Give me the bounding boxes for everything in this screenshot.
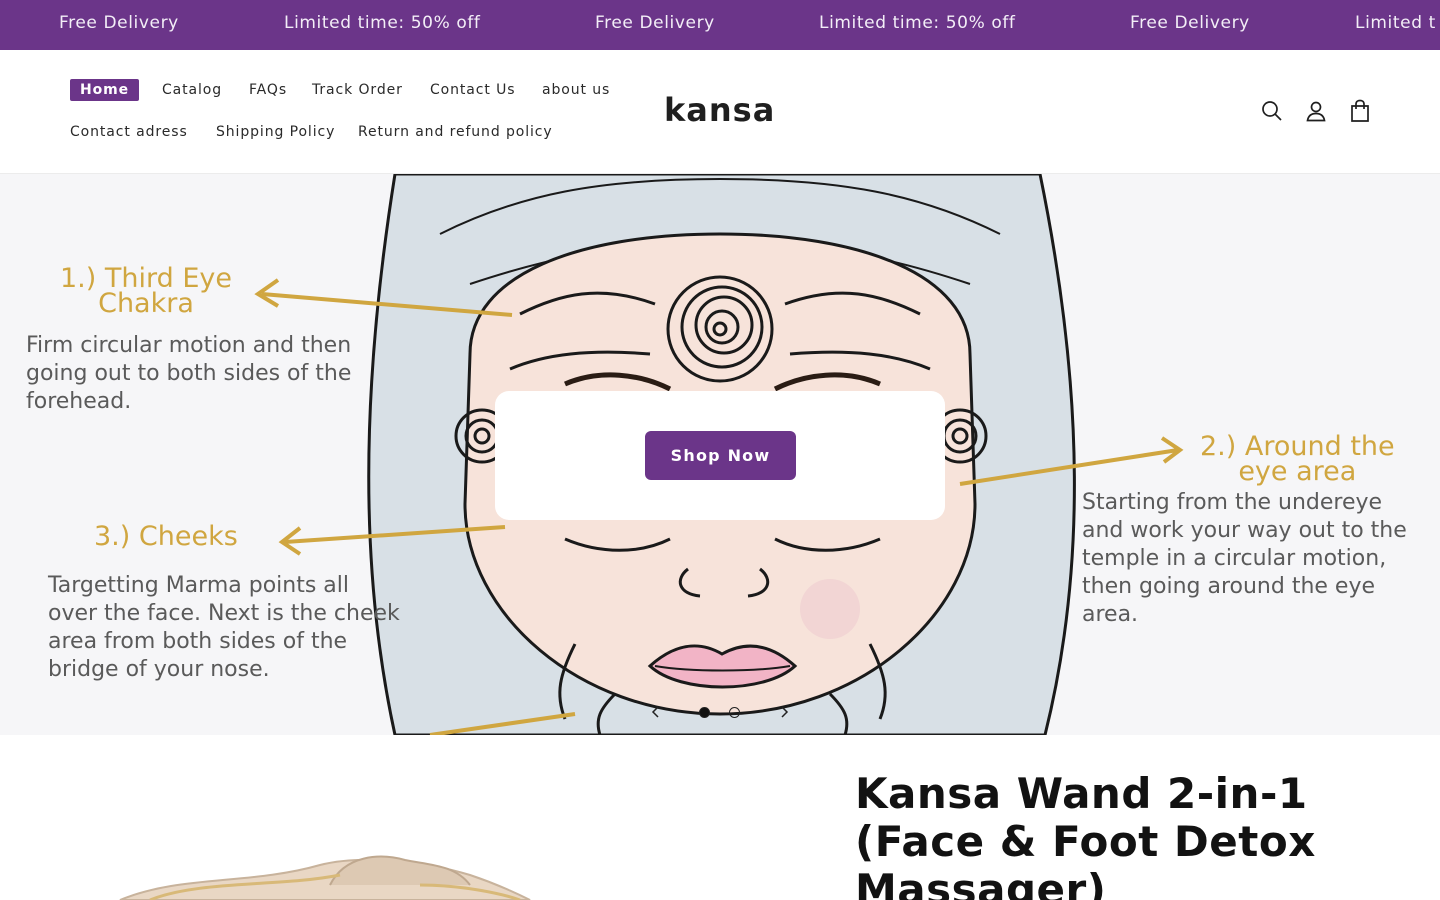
chevron-right-icon (781, 706, 789, 718)
nav-contact-address[interactable]: Contact adress (70, 124, 188, 140)
product-pouch-illustration (119, 855, 531, 900)
hero-cta-card: Shop Now (495, 391, 945, 520)
annotation-text: then going around the eye (1082, 574, 1376, 599)
annotation-text: bridge of your nose. (48, 657, 270, 682)
hero-slideshow: 1.) Third Eye Chakra Firm circular motion… (0, 174, 1440, 735)
product-title: Kansa Wand 2-in-1 (Face & Foot Detox Mas… (855, 769, 1316, 900)
announcement-item: Free Delivery (595, 13, 715, 33)
product-image[interactable] (0, 735, 840, 900)
nav-shipping-policy[interactable]: Shipping Policy (216, 124, 335, 140)
nav-catalog[interactable]: Catalog (162, 82, 222, 98)
nav-return-policy[interactable]: Return and refund policy (358, 124, 553, 140)
announcement-item: Free Delivery (59, 13, 179, 33)
account-icon[interactable] (1303, 98, 1329, 124)
cart-icon[interactable] (1347, 98, 1373, 124)
announcement-item: Limited time: 50% off (819, 13, 1016, 33)
announcement-bar: Free Delivery Limited time: 50% off Free… (0, 0, 1440, 50)
nav-track-order[interactable]: Track Order (312, 82, 403, 98)
announcement-item: Limited t (1355, 13, 1436, 33)
annotation-text: Firm circular motion and then (26, 333, 352, 358)
annotation-heading-eye-area: 2.) Around the eye area (1200, 431, 1395, 487)
site-header: Home Catalog FAQs Track Order Contact Us… (0, 50, 1440, 174)
slide-next-button[interactable] (774, 701, 794, 723)
annotation-text: temple in a circular motion, (1082, 546, 1387, 571)
slide-prev-button[interactable] (646, 701, 666, 723)
annotation-text: Targetting Marma points all (48, 573, 349, 598)
annotation-heading-third-eye: 1.) Third Eye Chakra (60, 263, 232, 319)
site-logo[interactable]: kansa (664, 91, 775, 129)
annotation-heading-cheeks: 3.) Cheeks (94, 521, 238, 552)
nav-contact-us[interactable]: Contact Us (430, 82, 515, 98)
announcement-item: Free Delivery (1130, 13, 1250, 33)
slide-dot-1[interactable] (699, 707, 710, 718)
announcement-item: Limited time: 50% off (284, 13, 481, 33)
slide-dot-2[interactable] (729, 707, 740, 718)
annotation-text: forehead. (26, 389, 132, 414)
annotation-text: going out to both sides of the (26, 361, 352, 386)
annotation-text: area. (1082, 602, 1139, 627)
nav-home[interactable]: Home (70, 79, 140, 101)
search-icon[interactable] (1259, 98, 1285, 124)
annotation-text: over the face. Next is the cheek (48, 601, 400, 626)
annotation-text: Starting from the undereye (1082, 490, 1383, 515)
shop-now-button[interactable]: Shop Now (645, 431, 796, 480)
nav-faqs[interactable]: FAQs (249, 82, 287, 98)
nav-about-us[interactable]: about us (542, 82, 610, 98)
annotation-text: and work your way out to the (1082, 518, 1407, 543)
annotation-text: area from both sides of the (48, 629, 348, 654)
chevron-left-icon (651, 706, 659, 718)
